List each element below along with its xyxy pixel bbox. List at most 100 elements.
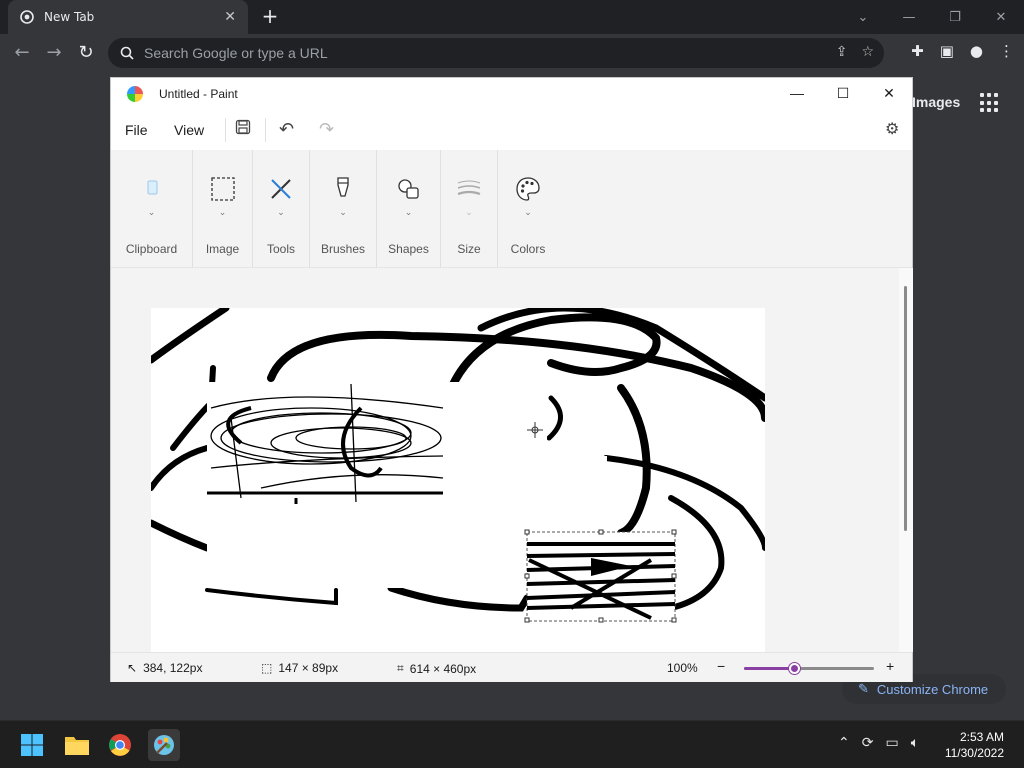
- extensions-icon[interactable]: ✚: [911, 42, 924, 60]
- ribbon-group-image[interactable]: ⌄ Image: [193, 150, 253, 268]
- tray-chevron-up-icon[interactable]: ⌃: [838, 735, 850, 751]
- ribbon-label-shapes: Shapes: [388, 242, 429, 256]
- ribbon-group-clipboard[interactable]: ⌄ Clipboard: [111, 150, 193, 268]
- clock-date: 11/30/2022: [944, 746, 1004, 760]
- paint-settings-icon[interactable]: ⚙: [885, 119, 899, 139]
- ribbon-label-brushes: Brushes: [320, 242, 366, 256]
- canvas-drawing: [147, 304, 769, 623]
- palette-icon: [516, 177, 540, 201]
- selection-size: 147 × 89px: [278, 661, 339, 675]
- status-cursor: ↖ 384, 122px: [127, 661, 202, 675]
- ribbon-label-colors: Colors: [510, 242, 546, 256]
- paint-menubar: File View ↶ ↷ ⚙: [111, 110, 912, 150]
- sync-icon[interactable]: ⟳: [862, 735, 874, 751]
- tab-close-icon[interactable]: ✕: [224, 9, 236, 25]
- ribbon-group-shapes[interactable]: ⌄ Shapes: [377, 150, 441, 268]
- chrome-toolbar: ← → ↻ Search Google or type a URL ⇪ ☆: [0, 34, 1024, 72]
- zoom-out-icon[interactable]: −: [717, 658, 725, 674]
- paint-canvas[interactable]: [147, 304, 769, 652]
- chrome-taskbar-icon[interactable]: [104, 729, 136, 761]
- status-canvas: ⌗ 614 × 460px: [397, 661, 476, 676]
- zoom-slider-thumb[interactable]: [789, 663, 800, 674]
- paint-taskbar-icon[interactable]: [148, 729, 180, 761]
- start-windows-icon[interactable]: [16, 729, 48, 761]
- canvas-size: 614 × 460px: [409, 661, 477, 676]
- zoom-slider[interactable]: [744, 663, 874, 674]
- paint-logo-icon: [127, 86, 143, 102]
- customize-chrome-label: Customize Chrome: [876, 681, 989, 697]
- chevron-down-icon: ⌄: [339, 207, 347, 217]
- zoom-slider-fill: [744, 667, 794, 670]
- system-tray: ⌃ ⟳ ▭ 🔈︎: [838, 735, 919, 751]
- ribbon-group-tools[interactable]: ⌄ Tools: [253, 150, 310, 268]
- paint-ribbon: ⌄ Clipboard ⌄ Image ⌄ Tools ⌄ Brushes ⌄ …: [111, 150, 912, 268]
- paint-maximize-icon[interactable]: ☐: [820, 78, 866, 108]
- minimize-icon[interactable]: —: [886, 10, 932, 25]
- reload-icon[interactable]: ↻: [74, 41, 98, 65]
- chevron-down-icon: ⌄: [524, 207, 532, 217]
- ribbon-label-tools: Tools: [266, 242, 295, 256]
- volume-icon[interactable]: 🔈︎: [911, 735, 919, 751]
- stroke-size-icon: [457, 180, 481, 196]
- profile-avatar-icon[interactable]: ●: [970, 42, 983, 60]
- chrome-favicon-icon: [20, 10, 34, 24]
- tab-search-icon[interactable]: ⌄: [840, 10, 886, 25]
- clipboard-icon: [147, 180, 157, 195]
- share-icon[interactable]: ⇪: [836, 44, 848, 60]
- cursor-position: 384, 122px: [143, 661, 203, 675]
- network-icon[interactable]: ▭: [885, 735, 898, 751]
- chevron-down-icon: ⌄: [147, 207, 156, 217]
- chevron-down-icon: ⌄: [277, 207, 285, 217]
- file-explorer-icon[interactable]: [61, 729, 93, 761]
- paint-vertical-scrollbar[interactable]: [899, 268, 913, 652]
- ribbon-group-colors[interactable]: ⌄ Colors: [498, 150, 558, 268]
- search-icon: [120, 46, 134, 60]
- ribbon-group-size[interactable]: ⌄ Size: [441, 150, 498, 268]
- canvas-size-icon: ⌗: [397, 661, 404, 675]
- select-rectangle-icon: [210, 177, 235, 201]
- scrollbar-thumb[interactable]: [904, 286, 907, 531]
- paint-title: Untitled - Paint: [159, 87, 238, 101]
- redo-icon[interactable]: ↷: [319, 119, 334, 140]
- bookmark-star-icon[interactable]: ☆: [861, 44, 874, 60]
- tools-pencil-icon: [271, 179, 291, 199]
- save-icon[interactable]: [235, 119, 251, 140]
- images-link[interactable]: Images: [912, 94, 960, 110]
- ribbon-group-brushes[interactable]: ⌄ Brushes: [310, 150, 377, 268]
- ribbon-label-clipboard: Clipboard: [125, 242, 178, 256]
- shapes-icon: [397, 179, 419, 199]
- restore-icon[interactable]: ❐: [932, 10, 978, 25]
- omnibox[interactable]: Search Google or type a URL ⇪ ☆: [108, 38, 884, 68]
- paint-window: Untitled - Paint — ☐ ✕ File View ↶ ↷ ⚙ ⌄…: [110, 77, 913, 682]
- side-panel-icon[interactable]: ▣: [940, 42, 954, 60]
- chrome-toolbar-actions: ✚ ▣ ● ⋮: [911, 42, 1014, 60]
- zoom-in-icon[interactable]: +: [886, 658, 894, 674]
- ribbon-label-image: Image: [205, 242, 240, 256]
- chrome-menu-icon[interactable]: ⋮: [999, 42, 1014, 60]
- tab-new-tab[interactable]: New Tab ✕: [8, 0, 248, 34]
- selection-icon: ⬚: [261, 661, 273, 675]
- new-tab-button[interactable]: +: [258, 5, 282, 29]
- taskbar-clock[interactable]: 2:53 AM 11/30/2022: [945, 729, 1004, 761]
- zoom-level: 100%: [667, 661, 698, 675]
- google-apps-icon[interactable]: [980, 93, 1000, 113]
- windows-taskbar: ⌃ ⟳ ▭ 🔈︎ 2:53 AM 11/30/2022: [0, 720, 1024, 768]
- status-selection: ⬚ 147 × 89px: [261, 661, 338, 675]
- chevron-down-icon: ⌄: [218, 207, 227, 217]
- menu-view[interactable]: View: [174, 122, 204, 138]
- forward-arrow-icon[interactable]: →: [42, 41, 66, 65]
- paint-close-icon[interactable]: ✕: [866, 78, 912, 108]
- paint-minimize-icon[interactable]: —: [774, 78, 820, 108]
- pencil-icon: ✎: [858, 681, 869, 696]
- undo-icon[interactable]: ↶: [279, 119, 294, 140]
- ribbon-label-size: Size: [457, 242, 481, 256]
- menu-divider: [225, 118, 226, 142]
- close-icon[interactable]: ✕: [978, 10, 1024, 25]
- chevron-down-icon: ⌄: [404, 207, 413, 217]
- paint-titlebar: Untitled - Paint — ☐ ✕: [111, 78, 912, 110]
- cursor-arrow-icon: ↖: [127, 661, 138, 675]
- paint-canvas-area: [111, 268, 899, 652]
- tab-title: New Tab: [44, 10, 95, 24]
- back-arrow-icon[interactable]: ←: [10, 41, 34, 65]
- menu-file[interactable]: File: [125, 122, 148, 138]
